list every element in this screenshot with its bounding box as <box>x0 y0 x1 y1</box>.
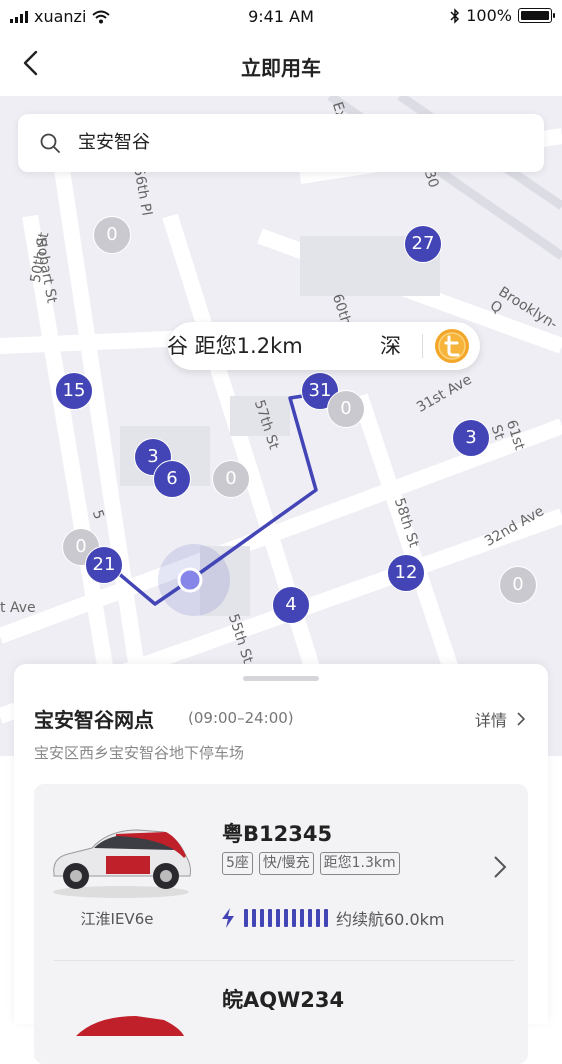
station-cluster-pin[interactable]: 15 <box>55 372 93 410</box>
station-callout[interactable]: 智谷 距您1.2km 深 <box>168 322 480 370</box>
range-text: 约续航60.0km <box>336 910 445 929</box>
search-icon <box>40 133 60 153</box>
details-link[interactable]: 详情 <box>475 707 526 731</box>
vehicle-tags: 5座 快/慢充 距您1.3km <box>222 852 400 875</box>
nav-bar: 立即用车 <box>0 34 562 97</box>
coin-icon[interactable] <box>434 328 470 364</box>
license-plate: 粤B12345 <box>222 822 333 846</box>
search-input[interactable]: 宝安智谷 <box>18 114 544 172</box>
station-cluster-pin[interactable]: 3 <box>452 419 490 457</box>
details-label: 详情 <box>474 711 507 730</box>
battery-level-bar <box>244 909 328 927</box>
map-view[interactable]: Hobart St 56th Pl 50th St 60th St 57th S… <box>0 96 562 756</box>
station-cluster-pin[interactable]: 27 <box>404 225 442 263</box>
callout-divider <box>422 334 423 358</box>
station-cluster-pin[interactable]: 0 <box>93 216 131 254</box>
station-cluster-pin[interactable]: 0 <box>212 460 250 498</box>
station-cluster-pin[interactable]: 6 <box>153 460 191 498</box>
car-image <box>53 829 191 898</box>
card-divider <box>54 960 514 961</box>
page-title: 立即用车 <box>241 56 321 80</box>
station-address: 宝安区西乡宝安智谷地下停车场 <box>34 744 245 762</box>
station-cluster-pin[interactable]: 12 <box>387 554 425 592</box>
car-model: 江淮IEV6e <box>80 910 154 928</box>
station-sheet: 宝安智谷网点 (09:00–24:00) 详情 宝安区西乡宝安智谷地下停车场 江… <box>14 664 548 1064</box>
station-cluster-pin[interactable]: 0 <box>327 390 365 428</box>
station-name: 宝安智谷网点 <box>34 708 154 732</box>
car-image <box>76 1016 184 1036</box>
callout-text: 智谷 距您1.2km 深 <box>168 322 418 370</box>
seat-tag: 5座 <box>222 852 253 875</box>
vehicle-card[interactable]: 江淮IEV6e 粤B12345 5座 快/慢充 距您1.3km 约续航60.0k… <box>34 784 528 1064</box>
chevron-right-icon[interactable] <box>492 854 508 880</box>
callout-label: 智谷 距您1.2km <box>168 334 303 358</box>
status-bar: xuanzi 9:41 AM 100% <box>0 0 562 34</box>
bluetooth-icon <box>450 7 460 24</box>
station-cluster-pin[interactable]: 21 <box>85 546 123 584</box>
sheet-handle[interactable] <box>243 676 319 681</box>
license-plate: 皖AQW234 <box>222 988 345 1012</box>
station-hours: (09:00–24:00) <box>188 709 294 727</box>
station-cluster-pin[interactable]: 4 <box>272 586 310 624</box>
search-value: 宝安智谷 <box>78 132 150 153</box>
battery-icon <box>518 8 555 23</box>
station-cluster-pin[interactable]: 0 <box>499 566 537 604</box>
callout-suffix: 深 <box>380 334 401 358</box>
distance-tag: 距您1.3km <box>319 852 400 875</box>
status-right: 100% <box>450 6 555 25</box>
lightning-icon <box>222 908 234 928</box>
chevron-right-icon <box>517 712 526 726</box>
charge-tag: 快/慢充 <box>258 852 314 875</box>
battery-percent: 100% <box>466 6 512 25</box>
battery-range: 约续航60.0km <box>220 906 444 930</box>
